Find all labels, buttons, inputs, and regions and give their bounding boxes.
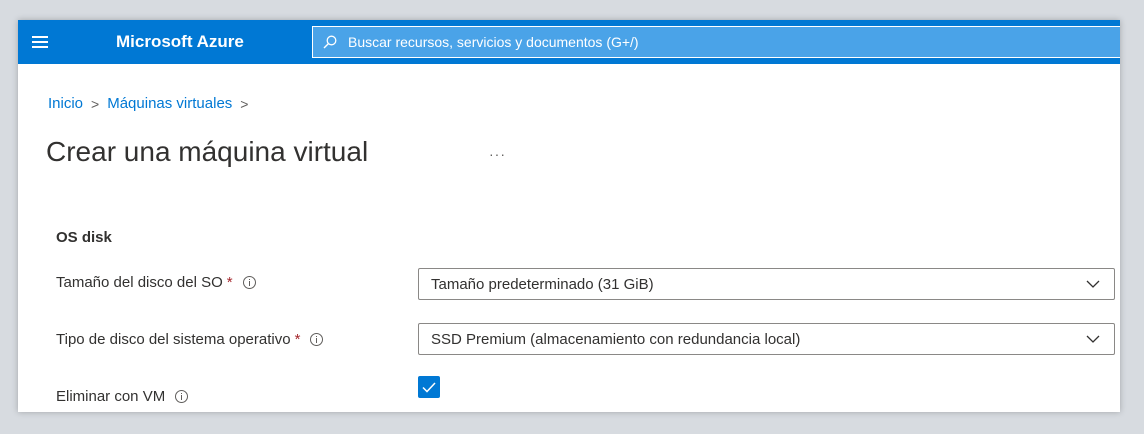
os-disk-type-dropdown[interactable]: SSD Premium (almacenamiento con redundan… <box>418 323 1115 355</box>
breadcrumb-separator: > <box>91 95 100 112</box>
breadcrumb: Inicio > Máquinas virtuales > <box>48 95 256 112</box>
search-input[interactable] <box>346 33 910 51</box>
search-icon <box>323 35 337 49</box>
hamburger-icon <box>32 36 48 48</box>
azure-portal-window: Microsoft Azure Inicio > Máquinas virtua… <box>18 20 1120 412</box>
info-icon[interactable] <box>310 333 324 346</box>
required-mark: * <box>294 331 301 348</box>
breadcrumb-separator: > <box>240 95 249 112</box>
chevron-down-icon <box>1086 335 1100 343</box>
breadcrumb-home[interactable]: Inicio <box>48 95 83 112</box>
os-disk-type-label: Tipo de disco del sistema operativo * <box>56 331 324 348</box>
top-nav-bar: Microsoft Azure <box>18 20 1120 64</box>
os-disk-type-value: SSD Premium (almacenamiento con redundan… <box>431 330 801 348</box>
info-icon[interactable] <box>175 390 189 403</box>
os-disk-size-dropdown[interactable]: Tamaño predeterminado (31 GiB) <box>418 268 1115 300</box>
more-options-button[interactable]: ··· <box>489 146 506 162</box>
os-disk-size-label-text: Tamaño del disco del SO <box>56 274 223 291</box>
brand-title[interactable]: Microsoft Azure <box>116 32 244 52</box>
os-disk-type-label-text: Tipo de disco del sistema operativo <box>56 331 291 348</box>
delete-with-vm-checkbox[interactable] <box>418 376 440 398</box>
chevron-down-icon <box>1086 280 1100 288</box>
os-disk-section-title: OS disk <box>56 229 112 246</box>
required-mark: * <box>226 274 233 291</box>
breadcrumb-virtual-machines[interactable]: Máquinas virtuales <box>107 95 232 112</box>
checkmark-icon <box>422 381 436 393</box>
os-disk-size-label: Tamaño del disco del SO * <box>56 274 256 291</box>
os-disk-size-value: Tamaño predeterminado (31 GiB) <box>431 275 654 293</box>
global-search-box[interactable] <box>312 26 1120 58</box>
page-title: Crear una máquina virtual <box>46 136 369 167</box>
delete-with-vm-label: Eliminar con VM <box>56 388 189 405</box>
portal-menu-button[interactable] <box>18 20 62 64</box>
info-icon[interactable] <box>242 276 256 289</box>
delete-with-vm-label-text: Eliminar con VM <box>56 388 166 405</box>
